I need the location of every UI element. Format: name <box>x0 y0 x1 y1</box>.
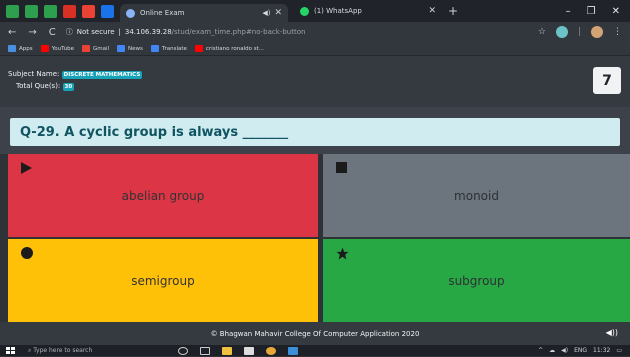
close-window-icon[interactable]: ✕ <box>612 6 620 17</box>
chevron-up-icon[interactable]: ^ <box>538 347 543 354</box>
minimize-icon[interactable]: – <box>566 6 571 17</box>
globe-icon <box>126 8 135 18</box>
volume-icon[interactable]: ◀) <box>561 347 568 354</box>
extension-icon[interactable] <box>555 26 568 38</box>
total-questions-line: Total Que(s): 30 <box>16 82 75 91</box>
pinned-tab-sheets-icon[interactable] <box>6 4 19 18</box>
info-icon: ⓘ <box>65 28 73 36</box>
network-icon[interactable]: ☁ <box>549 347 555 354</box>
address-bar: ← → C ⓘ Not secure | 34.106.39.28 /stud/… <box>0 22 630 42</box>
page-footer: © Bhagwan Mahavir College Of Computer Ap… <box>0 322 630 345</box>
windows-start-icon[interactable] <box>6 346 16 355</box>
forward-icon[interactable]: → <box>28 27 36 38</box>
tab-online-exam[interactable]: Online Exam ◀) ✕ <box>120 4 288 22</box>
menu-icon[interactable]: ⋮ <box>613 27 622 37</box>
subject-badge: DISCRETE MATHEMATICS <box>61 71 143 79</box>
youtube-icon <box>194 45 203 52</box>
avatar[interactable] <box>591 26 603 38</box>
news-icon <box>117 45 126 52</box>
notification-icon[interactable]: ▭ <box>616 347 622 354</box>
triangle-icon <box>21 162 32 177</box>
browser-tab-strip: Online Exam ◀) ✕ (1) WhatsApp ✕ + – ❐ ✕ <box>0 0 630 22</box>
answer-option-1[interactable]: abelian group <box>8 154 318 237</box>
answer-option-3[interactable]: semigroup <box>8 239 318 322</box>
reload-icon[interactable]: C <box>49 27 56 38</box>
whatsapp-icon <box>300 6 309 16</box>
taskbar-search-input[interactable]: ⌕ Type here to search <box>28 347 158 355</box>
bookmark-gmail[interactable]: Gmail <box>82 45 109 52</box>
total-badge: 30 <box>62 83 75 91</box>
tab-whatsapp[interactable]: (1) WhatsApp ✕ <box>294 2 442 20</box>
star-icon <box>336 247 349 263</box>
url-path: /stud/exam_time.php#no-back-button <box>171 28 306 36</box>
exam-header <box>0 56 630 107</box>
pinned-tab-sheets-icon-3[interactable] <box>44 4 57 18</box>
clock[interactable]: 11:32 <box>593 347 610 354</box>
subject-label: Subject Name: <box>8 70 60 78</box>
pinned-tab-app-icon[interactable] <box>101 4 114 18</box>
countdown-timer: 7 <box>593 67 621 94</box>
security-label: Not secure <box>76 28 115 36</box>
bookmark-ronaldo[interactable]: cristiano ronaldo st... <box>194 45 264 52</box>
pinned-tab-youtube-icon[interactable] <box>63 4 76 18</box>
answer-label: monoid <box>454 188 499 203</box>
bookmark-news[interactable]: News <box>117 45 143 52</box>
total-label: Total Que(s): <box>16 82 61 90</box>
answer-option-2[interactable]: monoid <box>323 154 630 237</box>
footer-text: © Bhagwan Mahavir College Of Computer Ap… <box>210 329 420 338</box>
speaker-icon[interactable]: ◀)) <box>606 328 618 337</box>
url-field[interactable]: ⓘ Not secure | 34.106.39.28 /stud/exam_t… <box>66 27 306 37</box>
task-view-icon[interactable] <box>200 346 210 355</box>
language-indicator[interactable]: ENG <box>574 347 587 354</box>
close-tab-icon[interactable]: ✕ <box>274 8 282 18</box>
pinned-tab-sheets-icon-2[interactable] <box>25 4 38 18</box>
star-icon[interactable]: ☆ <box>538 27 546 37</box>
gmail-icon <box>82 45 90 52</box>
bookmark-youtube[interactable]: YouTube <box>40 45 74 52</box>
circle-icon <box>21 247 33 262</box>
back-icon[interactable]: ← <box>8 27 16 38</box>
answer-label: semigroup <box>131 273 195 288</box>
answer-option-4[interactable]: subgroup <box>323 239 630 322</box>
url-host: 34.106.39.28 <box>124 28 172 36</box>
store-icon[interactable] <box>244 346 254 355</box>
app-icon[interactable] <box>288 346 298 355</box>
divider: | <box>577 27 581 37</box>
file-explorer-icon[interactable] <box>222 346 232 355</box>
answer-label: abelian group <box>121 188 205 203</box>
cortana-icon[interactable] <box>178 346 188 355</box>
answer-label: subgroup <box>448 273 505 288</box>
tab-title: Online Exam <box>140 9 185 17</box>
square-icon <box>336 162 347 176</box>
audio-icon: ◀) <box>262 9 271 17</box>
chrome-icon[interactable] <box>266 346 276 355</box>
close-tab-icon[interactable]: ✕ <box>428 6 436 16</box>
bookmarks-bar: Apps YouTube Gmail News Translate cristi… <box>0 42 630 56</box>
apps-grid-icon <box>8 45 16 52</box>
subject-line: Subject Name: DISCRETE MATHEMATICS <box>8 70 143 79</box>
question-text: Q-29. A cyclic group is always _______ <box>10 118 620 146</box>
pinned-tab-link-icon[interactable] <box>82 4 95 18</box>
bookmark-translate[interactable]: Translate <box>150 45 187 52</box>
bookmark-apps[interactable]: Apps <box>8 45 33 52</box>
translate-icon <box>150 45 159 52</box>
maximize-icon[interactable]: ❐ <box>587 6 596 17</box>
tab-title: (1) WhatsApp <box>314 7 362 15</box>
windows-taskbar: ⌕ Type here to search ^ ☁ ◀) ENG 11:32 ▭ <box>0 345 630 356</box>
new-tab-button[interactable]: + <box>448 4 458 18</box>
youtube-icon <box>40 45 49 52</box>
